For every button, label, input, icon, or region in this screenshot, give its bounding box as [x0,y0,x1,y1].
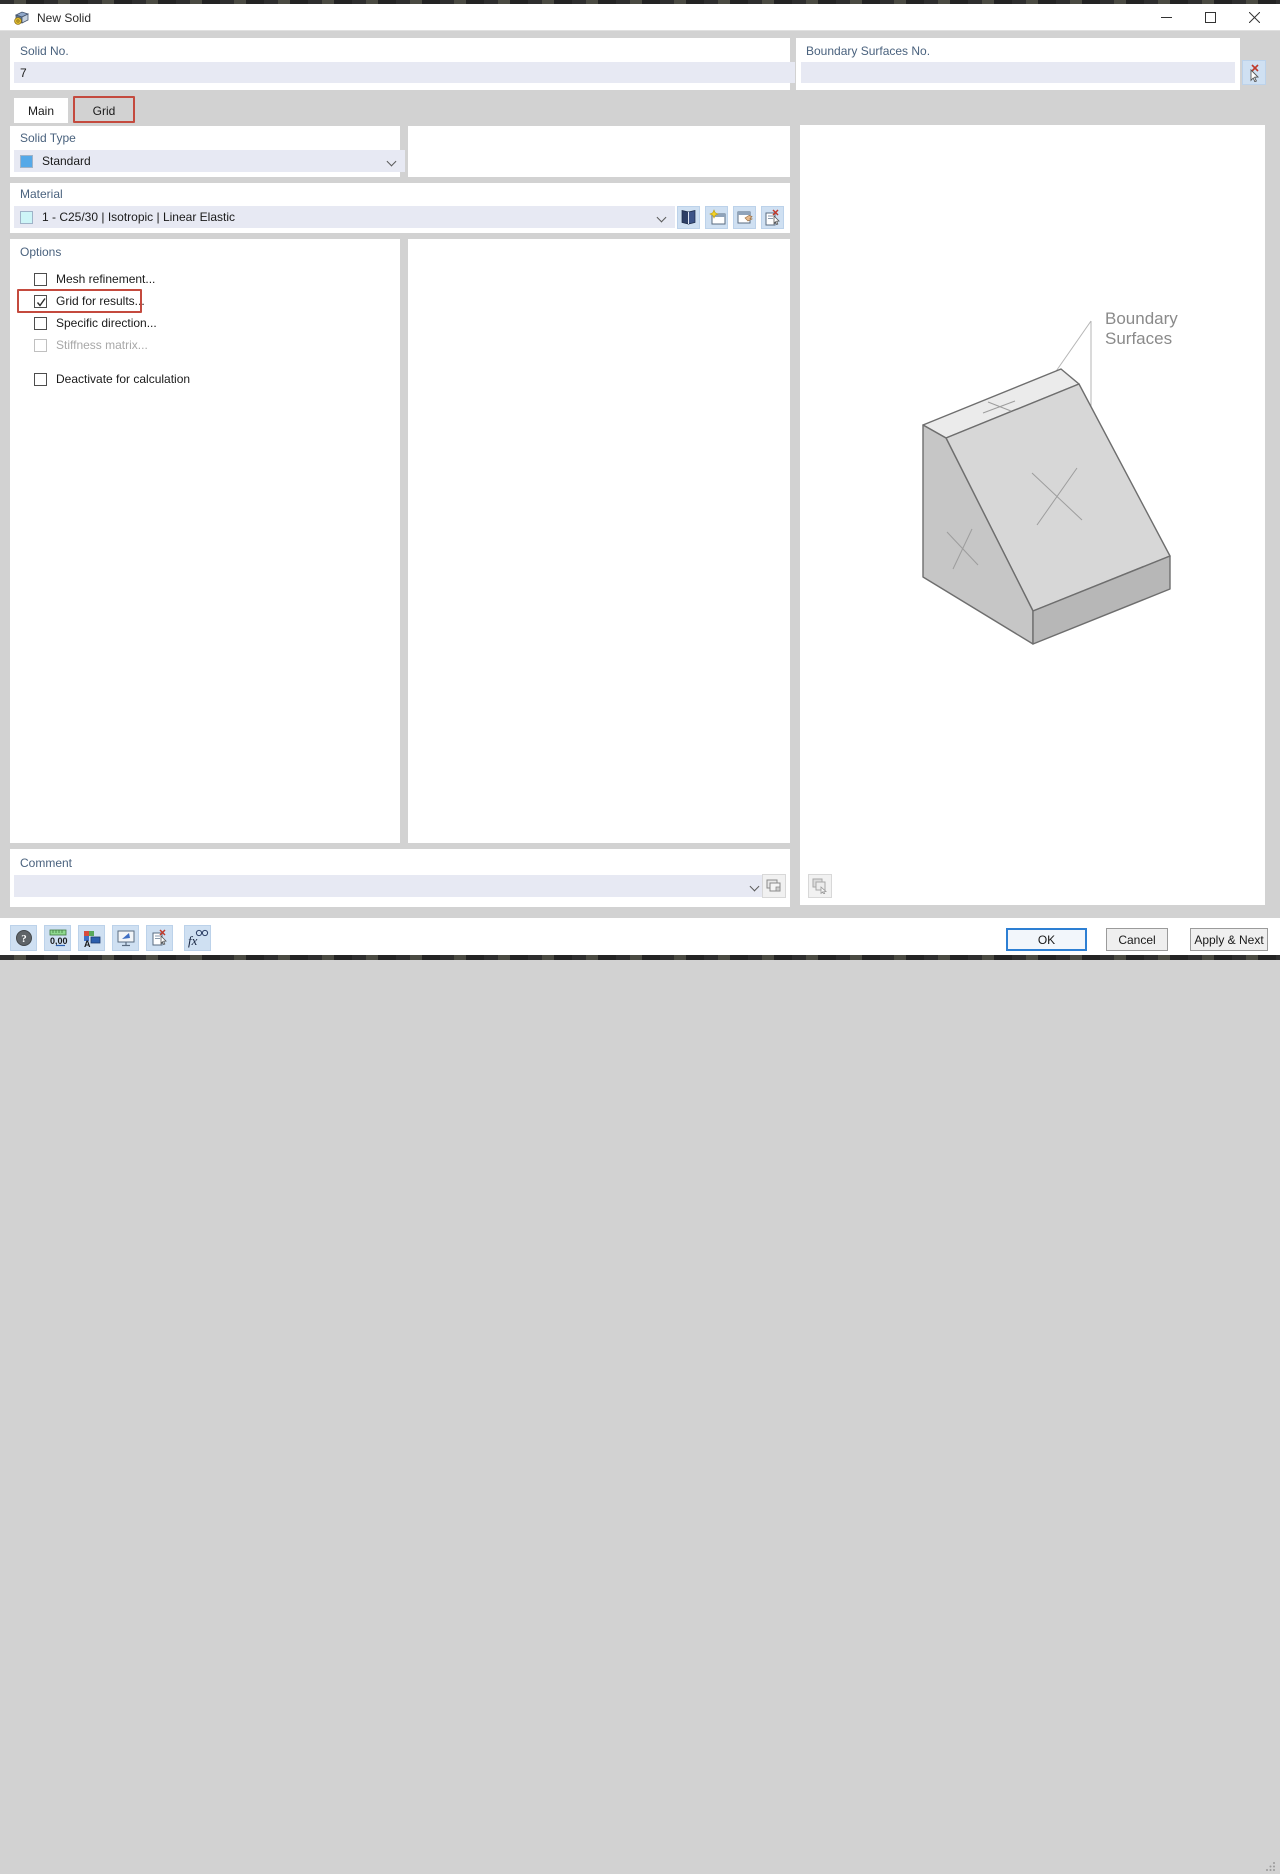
pick-cursor-icon [1250,63,1259,82]
app-solid-icon [13,9,30,29]
boundary-surfaces-input[interactable] [801,62,1235,83]
checkbox-icon [34,272,47,286]
solid-no-input[interactable]: 7 [14,62,795,83]
tab-main[interactable]: Main [14,98,68,123]
svg-text:0,00: 0,00 [50,936,68,946]
checkbox-checked-icon [34,294,47,308]
help-button[interactable]: ? [10,925,37,951]
boundary-surfaces-panel: Boundary Surfaces No. [796,38,1240,90]
checkbox-label: Deactivate for calculation [56,372,191,386]
checkbox-icon [34,316,47,330]
units-icon: 0,00 [49,929,68,946]
solid-preview-panel: Boundary Surfaces [800,125,1265,905]
dialog-footer: ? 0,00 A fx OK Cancel Apply & Next [0,918,1280,1871]
checkbox-deactivate-calculation[interactable]: Deactivate for calculation [34,371,190,387]
solid-no-panel: Solid No. 7 [10,38,795,90]
display-settings-icon: A [83,930,100,948]
material-value: 1 - C25/30 | Isotropic | Linear Elastic [42,210,235,224]
formula-button[interactable]: fx [184,925,211,951]
layers-cursor-icon [812,878,827,894]
edit-window-icon [737,211,753,224]
delete-material-button[interactable] [761,206,784,229]
display-properties-button[interactable] [112,925,139,951]
comment-panel: Comment [10,849,790,907]
checkbox-icon [34,372,47,386]
ok-button[interactable]: OK [1006,928,1087,951]
material-dropdown[interactable]: 1 - C25/30 | Isotropic | Linear Elastic [14,206,675,228]
minimize-button[interactable] [1144,4,1188,31]
comment-dropdown[interactable] [14,875,768,897]
solid-no-label: Solid No. [20,44,69,58]
material-library-button[interactable] [677,206,700,229]
maximize-button[interactable] [1188,4,1232,31]
solid-type-dropdown[interactable]: Standard [14,150,405,172]
units-settings-button[interactable]: 0,00 [44,925,71,951]
solid-type-color-swatch [20,154,33,168]
checkbox-disabled-icon [34,338,47,352]
boundary-surfaces-label: Boundary Surfaces No. [806,44,931,58]
book-icon [681,210,696,225]
checkbox-label: Mesh refinement... [56,272,156,286]
close-button[interactable] [1232,4,1276,31]
solid-wedge-drawing [922,320,1171,645]
empty-panel-middle [408,239,790,843]
tab-grid[interactable]: Grid [76,98,132,123]
new-window-icon [708,209,725,225]
comment-label: Comment [20,856,73,870]
checkbox-label: Specific direction... [56,316,157,330]
chevron-down-icon [658,214,666,222]
apply-next-button[interactable]: Apply & Next [1190,928,1268,951]
solid-type-value: Standard [42,154,91,168]
solid-type-panel: Solid Type Standard [10,126,405,177]
formula-icon: fx [188,929,208,948]
checkbox-label: Grid for results... [56,294,145,308]
chevron-down-icon [751,883,759,891]
monitor-icon [117,930,134,946]
options-label: Options [20,245,62,259]
comment-multiline-button[interactable] [762,874,786,898]
help-icon: ? [15,930,32,946]
delete-selection-icon [152,929,167,946]
solid-type-label: Solid Type [20,131,76,145]
display-settings-button[interactable]: A [78,925,105,951]
preview-settings-button-disabled [808,874,832,898]
annotation-line-1: Boundary [1105,309,1178,328]
checkbox-stiffness-matrix: Stiffness matrix... [34,337,148,353]
svg-text:?: ? [21,933,27,945]
tab-grid-label: Grid [92,103,116,118]
checkbox-grid-for-results[interactable]: Grid for results... [34,293,145,309]
chevron-down-icon [388,158,396,166]
layers-icon [766,879,781,891]
material-color-swatch [20,210,33,224]
svg-text:fx: fx [188,933,198,948]
window-title: New Solid [37,11,92,25]
svg-text:A: A [84,939,91,948]
checkbox-mesh-refinement[interactable]: Mesh refinement... [34,271,155,287]
material-panel: Material 1 - C25/30 | Isotropic | Linear… [10,183,790,233]
tab-main-label: Main [27,103,54,118]
options-panel: Options Mesh refinement... Grid for resu… [10,239,400,843]
delete-object-button[interactable] [146,925,173,951]
boundary-surfaces-annotation: Boundary Surfaces [1105,309,1178,349]
checkbox-specific-direction[interactable]: Specific direction... [34,315,157,331]
resize-grip[interactable] [1266,1860,1276,1874]
delete-selection-icon [765,208,780,225]
edit-material-button[interactable] [733,206,756,229]
pick-boundary-surfaces-button[interactable] [1242,60,1266,85]
new-material-button[interactable] [705,206,728,229]
title-bar: New Solid [0,4,1280,31]
material-label: Material [20,187,63,201]
annotation-line-2: Surfaces [1105,329,1173,348]
empty-panel-top [408,126,790,177]
checkbox-label: Stiffness matrix... [56,338,148,352]
cancel-button[interactable]: Cancel [1106,928,1168,951]
